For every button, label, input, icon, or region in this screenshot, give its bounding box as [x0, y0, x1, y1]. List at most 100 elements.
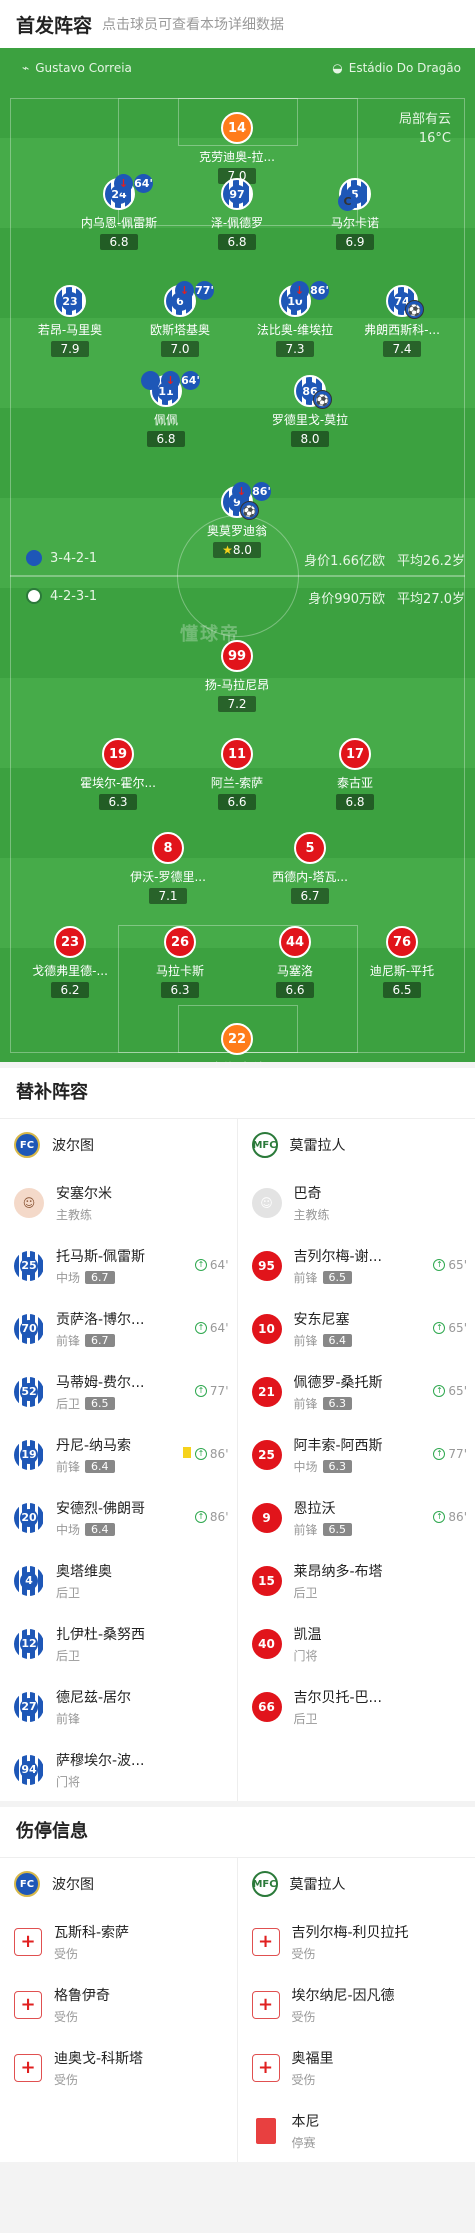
- substitute-row[interactable]: 40 凯温 门将: [238, 1612, 475, 1675]
- player-home[interactable]: 5 C 马尔卡诺 6.9: [310, 178, 400, 250]
- shirt-number-icon: 70: [14, 1313, 44, 1344]
- shirt-number: 12: [20, 1634, 38, 1653]
- substitute-row[interactable]: 19 丹尼-纳马索 前锋 6.4 ↑ 86': [0, 1423, 237, 1486]
- substitute-row[interactable]: 25 托马斯-佩雷斯 中场 6.7 ↑ 64': [0, 1234, 237, 1297]
- substitute-row[interactable]: 21 佩德罗-桑托斯 前锋 6.3 ↑ 65': [238, 1360, 475, 1423]
- substitute-row[interactable]: 4 奥塔维奥 后卫: [0, 1549, 237, 1612]
- player-home[interactable]: 11 ↓ 64' 佩佩 6.8: [121, 371, 211, 447]
- player-name: 霍埃尔-霍尔...: [80, 776, 156, 790]
- substitute-name: 安东尼塞: [293, 1311, 350, 1328]
- substitutes-section: 替补阵容 FC 波尔图 ☺ 安塞尔米 主教练 25 托马斯-佩雷斯 中场 6.7 ↑ 64' 70…: [0, 1068, 475, 1801]
- header-hint: 点击球员可查看本场详细数据: [102, 17, 285, 33]
- rating-value: 6.7: [300, 889, 320, 903]
- player-away[interactable]: 17 泰古亚 6.8: [310, 738, 400, 810]
- sub-out-arrow-icon: ↓: [114, 174, 133, 193]
- player-home[interactable]: 10 ↓ 86' 法比奥-维埃拉 7.3: [250, 281, 340, 357]
- substitute-row[interactable]: ☺ 安塞尔米 主教练: [0, 1171, 237, 1234]
- sub-out-arrow-icon: ↓: [232, 482, 251, 501]
- substitute-row[interactable]: 95 吉列尔梅-谢... 前锋 6.5 ↑ 65': [238, 1234, 475, 1297]
- substitute-row[interactable]: 52 马蒂姆-费尔... 后卫 6.5 ↑ 77': [0, 1360, 237, 1423]
- rating-value: 6.8: [227, 235, 247, 249]
- player-away[interactable]: 8 伊沃-罗德里... 7.1: [123, 832, 213, 904]
- player-home[interactable]: 74 ⚽ 弗朗西斯科-... 7.4: [357, 285, 447, 357]
- player-away[interactable]: 76 迪尼斯-平托 6.5: [357, 926, 447, 998]
- player-shirt-icon: 22: [221, 1023, 253, 1055]
- player-away[interactable]: 11 阿兰-索萨 6.6: [192, 738, 282, 810]
- injured-player-name: 瓦斯科-索萨: [54, 1924, 130, 1941]
- sub-minute: 64': [181, 371, 200, 390]
- player-home[interactable]: 9 ↓ 86' ⚽ 奥莫罗迪翁 ★8.0: [192, 482, 282, 558]
- moreirense-badge-icon: MFC: [251, 1871, 278, 1897]
- player-away[interactable]: 22卡约-塞科6.1: [192, 1023, 282, 1062]
- sub-in-minute: 64': [209, 1321, 229, 1335]
- sub-in-marker: ↑ 65': [433, 1258, 467, 1272]
- injury-row[interactable]: 本尼 停赛: [238, 2099, 475, 2162]
- player-home[interactable]: 97 泽-佩德罗 6.8: [192, 178, 282, 250]
- sub-in-arrow-icon: ↑: [194, 1448, 207, 1460]
- page-title: 首发阵容: [16, 14, 93, 37]
- substitute-row[interactable]: 66 吉尔贝托-巴... 后卫: [238, 1675, 475, 1738]
- substitute-info: 恩拉沃 前锋 6.5: [294, 1498, 353, 1538]
- injured-player-name: 埃尔纳尼-因凡德: [291, 1987, 395, 2004]
- player-away[interactable]: 44 马塞洛 6.6: [250, 926, 340, 998]
- substitute-row[interactable]: 70 贡萨洛-博尔... 前锋 6.7 ↑ 64': [0, 1297, 237, 1360]
- substitute-info: 马蒂姆-费尔... 后卫 6.5: [56, 1372, 144, 1412]
- player-shirt-icon: 99: [221, 640, 253, 672]
- player-home[interactable]: 6 ↓ 77' 欧斯塔基奥 7.0: [135, 281, 225, 357]
- rating-value: 6.6: [285, 983, 305, 997]
- home-substitutes: FC 波尔图 ☺ 安塞尔米 主教练 25 托马斯-佩雷斯 中场 6.7 ↑ 64' 70 贡萨洛-博…: [0, 1119, 238, 1801]
- injured-player-name: 迪奥戈-科斯塔: [54, 2050, 144, 2067]
- medical-kit-icon: +: [251, 2053, 280, 2082]
- player-name: 泽-佩德罗: [210, 216, 264, 230]
- player-name: 伊沃-罗德里...: [130, 870, 206, 884]
- rating-value: 7.0: [170, 342, 190, 356]
- home-injuries: FC 波尔图 + 瓦斯科-索萨 受伤 + 格鲁伊奇 受伤 + 迪奥戈-科斯塔 受伤: [0, 1858, 238, 2162]
- player-away[interactable]: 19 霍埃尔-霍尔... 6.3: [73, 738, 163, 810]
- substitute-details: 后卫 6.5: [56, 1395, 144, 1412]
- rating-value: 7.1: [158, 889, 178, 903]
- injury-row[interactable]: + 格鲁伊奇 受伤: [0, 1973, 237, 2036]
- injury-row[interactable]: + 埃尔纳尼-因凡德 受伤: [238, 1973, 475, 2036]
- substitute-details: 主教练: [294, 1206, 330, 1223]
- substitute-row[interactable]: ☺ 巴奇 主教练: [238, 1171, 475, 1234]
- player-rating: 7.4: [383, 341, 421, 357]
- player-home[interactable]: 24 ↓ 64' 内乌恩-佩雷斯 6.8: [74, 174, 164, 250]
- substitute-row[interactable]: 15 莱昂纳多-布塔 后卫: [238, 1549, 475, 1612]
- rating-badge: 6.7: [85, 1270, 115, 1284]
- player-home[interactable]: 86 ⚽ 罗德里戈-莫拉 8.0: [265, 375, 355, 447]
- player-away[interactable]: 26 马拉卡斯 6.3: [135, 926, 225, 998]
- player-rating: 7.2: [218, 696, 256, 712]
- player-home[interactable]: 23 若昂-马里奥 7.9: [25, 285, 115, 357]
- player-shirt-icon: 23: [54, 285, 86, 317]
- substitute-row[interactable]: 20 安德烈-佛朗哥 中场 6.4 ↑ 86': [0, 1486, 237, 1549]
- sub-out-arrow-icon: ↓: [161, 371, 180, 390]
- shirt-number-icon: 15: [251, 1565, 282, 1596]
- home-team-header: FC 波尔图: [0, 1858, 237, 1910]
- player-away[interactable]: 5 西德内-塔瓦... 6.7: [265, 832, 355, 904]
- substitute-info: 吉尔贝托-巴... 后卫: [294, 1687, 382, 1727]
- shirt-number-icon: 27: [14, 1691, 44, 1722]
- substitute-info: 安塞尔米 主教练: [56, 1183, 112, 1223]
- injury-row[interactable]: + 奥福里 受伤: [238, 2036, 475, 2099]
- position: 前锋: [293, 1396, 318, 1411]
- injury-row[interactable]: + 迪奥戈-科斯塔 受伤: [0, 2036, 237, 2099]
- substitute-name: 莱昂纳多-布塔: [293, 1563, 383, 1580]
- shirt-number: 52: [20, 1382, 38, 1401]
- substitute-row[interactable]: 94 萨穆埃尔-波... 门将: [0, 1738, 237, 1801]
- substitute-row[interactable]: 27 德尼兹-居尔 前锋: [0, 1675, 237, 1738]
- player-home[interactable]: 14 克劳迪奥-拉... 7.0: [192, 112, 282, 184]
- substitute-row[interactable]: 10 安东尼塞 前锋 6.4 ↑ 65': [238, 1297, 475, 1360]
- substitute-row[interactable]: 25 阿丰索-阿西斯 中场 6.3 ↑ 77': [238, 1423, 475, 1486]
- injury-row[interactable]: + 吉列尔梅-利贝拉托 受伤: [238, 1910, 475, 1973]
- player-away[interactable]: 99 扬-马拉尼昂 7.2: [192, 640, 282, 712]
- player-shirt-icon: 23: [54, 926, 86, 958]
- shirt-number-icon: 21: [251, 1376, 282, 1407]
- player-name: 戈德弗里德-...: [32, 964, 108, 978]
- player-away[interactable]: 23 戈德弗里德-... 6.2: [25, 926, 115, 998]
- sub-in-marker: ↑ 86': [194, 1447, 229, 1461]
- shirt-number-icon: 4: [14, 1565, 44, 1596]
- substitute-row[interactable]: 12 扎伊杜-桑努西 后卫: [0, 1612, 237, 1675]
- player-shirt-icon: 97: [221, 178, 253, 210]
- substitute-row[interactable]: 9 恩拉沃 前锋 6.5 ↑ 86': [238, 1486, 475, 1549]
- injury-row[interactable]: + 瓦斯科-索萨 受伤: [0, 1910, 237, 1973]
